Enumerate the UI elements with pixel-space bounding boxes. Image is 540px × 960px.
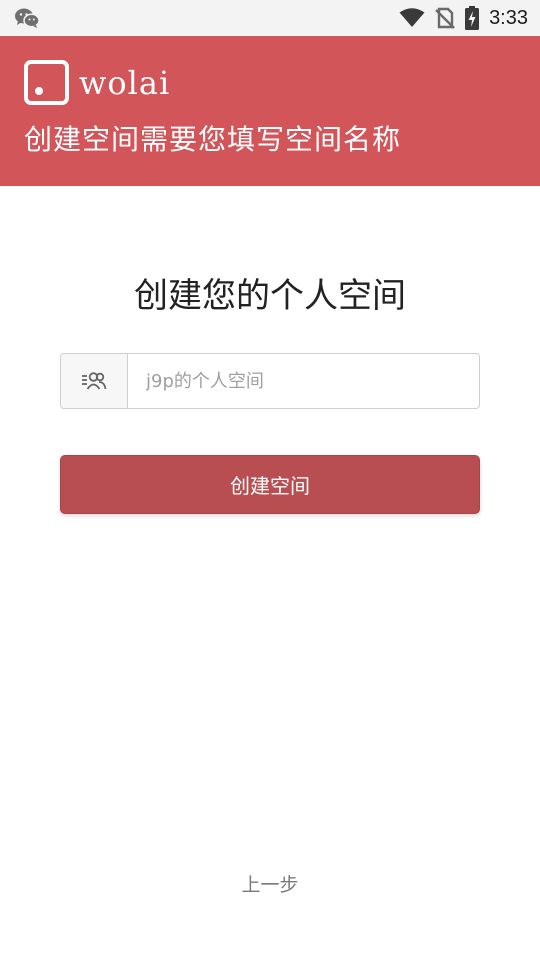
logo-dot (35, 87, 43, 95)
header-banner: wolai 创建空间需要您填写空间名称 (0, 36, 540, 186)
create-space-button[interactable]: 创建空间 (60, 455, 480, 514)
status-bar: 3:33 (0, 0, 540, 36)
status-left (14, 7, 40, 29)
brand-name: wolai (79, 63, 171, 102)
space-name-input[interactable] (128, 354, 479, 408)
page-title: 创建您的个人空间 (134, 276, 406, 316)
status-right: 3:33 (399, 6, 528, 30)
input-addon (61, 354, 128, 408)
back-link[interactable]: 上一步 (0, 870, 540, 897)
brand: wolai (24, 60, 170, 105)
battery-charging-icon (465, 6, 480, 30)
wifi-icon (399, 8, 425, 28)
no-sim-icon (435, 7, 455, 29)
space-name-input-group (60, 353, 480, 409)
header-subtitle: 创建空间需要您填写空间名称 (24, 123, 402, 156)
wechat-icon (14, 7, 40, 29)
team-icon (81, 371, 107, 391)
wolai-logo-icon (24, 60, 69, 105)
status-time: 3:33 (489, 6, 528, 29)
